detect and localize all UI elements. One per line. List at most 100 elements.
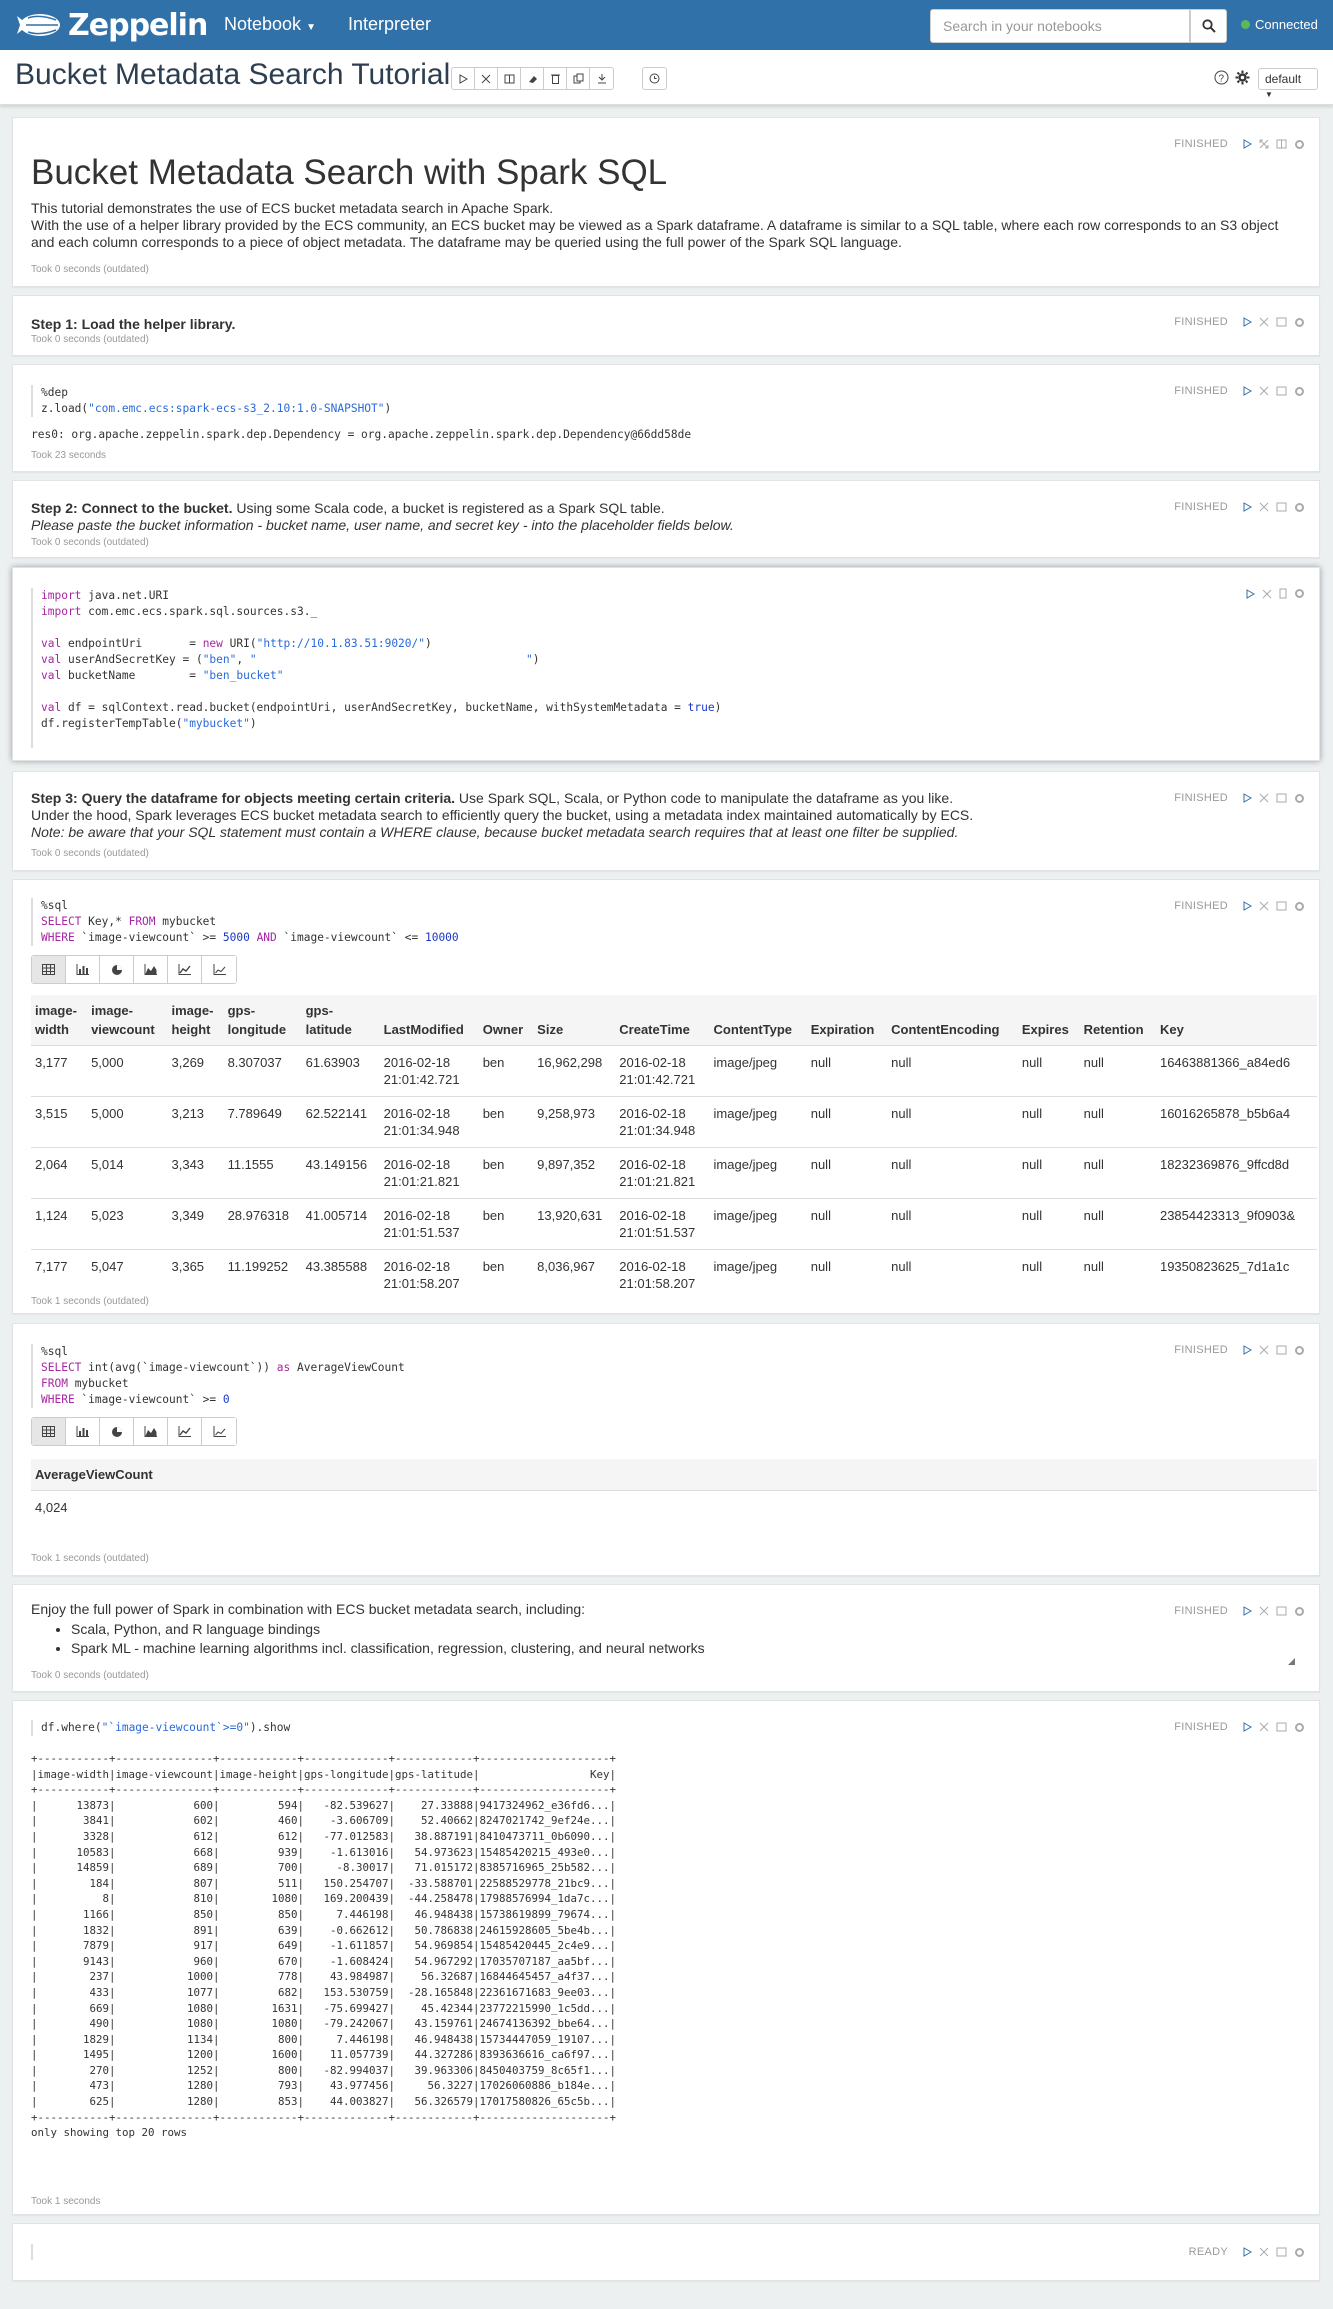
viz-scatter-button[interactable] <box>202 1418 236 1445</box>
export-notebook-button[interactable] <box>590 68 613 89</box>
viz-bar-button[interactable] <box>66 1418 100 1445</box>
column-header[interactable]: gps-longitude <box>223 995 302 1046</box>
code-editor[interactable]: %dep z.load("com.emc.ecs:spark-ecs-s3_2.… <box>31 385 1119 417</box>
remove-notebook-button[interactable] <box>544 68 567 89</box>
zeppelin-logo[interactable]: Zeppelin <box>16 6 208 44</box>
output-icon[interactable] <box>1279 588 1287 599</box>
resize-handle-icon[interactable] <box>1288 1658 1295 1665</box>
run-icon[interactable] <box>1243 139 1252 149</box>
viz-area-button[interactable] <box>134 1418 168 1445</box>
run-icon[interactable] <box>1243 502 1252 512</box>
viz-bar-button[interactable] <box>66 956 100 983</box>
paragraph-dataframe-show[interactable]: FINISHED df.where("`image-viewcount`>=0"… <box>12 1700 1320 2215</box>
expand-icon[interactable] <box>1259 502 1269 512</box>
viz-area-button[interactable] <box>134 956 168 983</box>
run-icon[interactable] <box>1243 1722 1252 1732</box>
run-icon[interactable] <box>1243 1345 1252 1355</box>
run-icon[interactable] <box>1243 901 1252 911</box>
column-header[interactable]: image-viewcount <box>87 995 168 1046</box>
book-icon[interactable] <box>1276 1606 1287 1616</box>
viz-scatter-button[interactable] <box>202 956 236 983</box>
notebook-title[interactable]: Bucket Metadata Search Tutorial <box>15 58 450 92</box>
gear-icon[interactable] <box>1294 502 1305 513</box>
gear-icon[interactable] <box>1294 1345 1305 1356</box>
search-input[interactable]: Search in your notebooks <box>930 9 1190 43</box>
help-icon[interactable]: ? <box>1214 70 1229 85</box>
book-icon[interactable] <box>1276 317 1287 327</box>
gear-icon[interactable] <box>1294 901 1305 912</box>
expand-icon[interactable] <box>1259 1722 1269 1732</box>
nav-notebook-menu[interactable]: Notebook ▼ <box>224 14 316 35</box>
book-icon[interactable] <box>1276 2247 1287 2257</box>
toggle-code-button[interactable] <box>475 68 498 89</box>
viz-table-button[interactable] <box>32 956 66 983</box>
paragraph-load-library[interactable]: FINISHED %dep z.load("com.emc.ecs:spark-… <box>12 364 1320 472</box>
run-icon[interactable] <box>1246 588 1255 599</box>
nav-interpreter-link[interactable]: Interpreter <box>348 14 431 35</box>
expand-icon[interactable] <box>1259 1345 1269 1355</box>
toggle-output-button[interactable] <box>498 68 521 89</box>
book-icon[interactable] <box>1276 793 1287 803</box>
book-icon[interactable] <box>1276 502 1287 512</box>
code-editor[interactable]: df.where("`image-viewcount`>=0").show <box>31 1720 1119 1736</box>
paragraph-step3[interactable]: FINISHED Step 3: Query the dataframe for… <box>12 771 1320 871</box>
clear-output-button[interactable] <box>521 68 544 89</box>
book-icon[interactable] <box>1276 1345 1287 1355</box>
search-button[interactable] <box>1190 9 1227 43</box>
gear-icon[interactable] <box>1294 588 1305 599</box>
column-header[interactable]: Owner <box>478 995 534 1046</box>
paragraph-intro[interactable]: FINISHED Bucket Metadata Search with Spa… <box>12 117 1320 287</box>
column-header[interactable]: LastModified <box>379 995 479 1046</box>
run-icon[interactable] <box>1243 2247 1252 2257</box>
interpreter-default-dropdown[interactable]: default ▼ <box>1258 68 1318 99</box>
column-header[interactable]: image-width <box>31 995 88 1046</box>
column-header[interactable]: Expiration <box>806 995 888 1046</box>
column-header[interactable]: Expires <box>1017 995 1080 1046</box>
book-icon[interactable] <box>1276 139 1287 149</box>
paragraph-connect-code[interactable]: import java.net.URI import com.emc.ecs.s… <box>12 567 1320 761</box>
code-editor[interactable]: import java.net.URI import com.emc.ecs.s… <box>31 588 1119 748</box>
column-header[interactable]: CreateTime <box>615 995 710 1046</box>
paragraph-enjoy[interactable]: FINISHED Enjoy the full power of Spark i… <box>12 1584 1320 1692</box>
paragraph-step2[interactable]: FINISHED Step 2: Connect to the bucket. … <box>12 480 1320 558</box>
viz-pie-button[interactable] <box>100 956 134 983</box>
expand-icon[interactable] <box>1259 317 1269 327</box>
expand-icon[interactable] <box>1259 1606 1269 1616</box>
clone-notebook-button[interactable] <box>567 68 590 89</box>
gear-icon[interactable] <box>1294 793 1305 804</box>
run-icon[interactable] <box>1243 1606 1252 1616</box>
paragraph-step1[interactable]: FINISHED Step 1: Load the helper library… <box>12 295 1320 356</box>
run-icon[interactable] <box>1243 386 1252 396</box>
book-icon[interactable] <box>1276 386 1287 396</box>
gear-icon[interactable] <box>1294 1722 1305 1733</box>
viz-line-button[interactable] <box>168 1418 202 1445</box>
code-editor[interactable]: %sql SELECT int(avg(`image-viewcount`)) … <box>31 1344 1119 1408</box>
gear-icon[interactable] <box>1294 139 1305 150</box>
expand-icon[interactable] <box>1262 589 1272 599</box>
run-icon[interactable] <box>1243 317 1252 327</box>
gear-icon[interactable] <box>1294 317 1305 328</box>
gear-icon[interactable] <box>1294 1606 1305 1617</box>
column-header[interactable]: ContentType <box>709 995 807 1046</box>
column-header[interactable]: gps-latitude <box>301 995 380 1046</box>
empty-code-editor[interactable] <box>31 2244 1119 2260</box>
column-header[interactable]: image-height <box>167 995 224 1046</box>
paragraph-sql-query[interactable]: FINISHED %sql SELECT Key,* FROM mybucket… <box>12 879 1320 1314</box>
viz-table-button[interactable] <box>32 1418 66 1445</box>
column-header[interactable]: ContentEncoding <box>887 995 1018 1046</box>
column-header[interactable]: Retention <box>1079 995 1156 1046</box>
gear-icon[interactable] <box>1294 386 1305 397</box>
book-icon[interactable] <box>1276 1722 1287 1732</box>
expand-icon[interactable] <box>1259 139 1269 149</box>
gear-icon[interactable] <box>1235 70 1250 85</box>
column-header[interactable]: Key <box>1155 995 1317 1046</box>
expand-icon[interactable] <box>1259 386 1269 396</box>
gear-icon[interactable] <box>1294 2247 1305 2258</box>
viz-line-button[interactable] <box>168 956 202 983</box>
paragraph-empty[interactable]: READY <box>12 2223 1320 2281</box>
book-icon[interactable] <box>1276 901 1287 911</box>
scheduler-button[interactable] <box>643 68 666 89</box>
code-editor[interactable]: %sql SELECT Key,* FROM mybucket WHERE `i… <box>31 898 1119 946</box>
expand-icon[interactable] <box>1259 901 1269 911</box>
run-all-button[interactable] <box>452 68 475 89</box>
